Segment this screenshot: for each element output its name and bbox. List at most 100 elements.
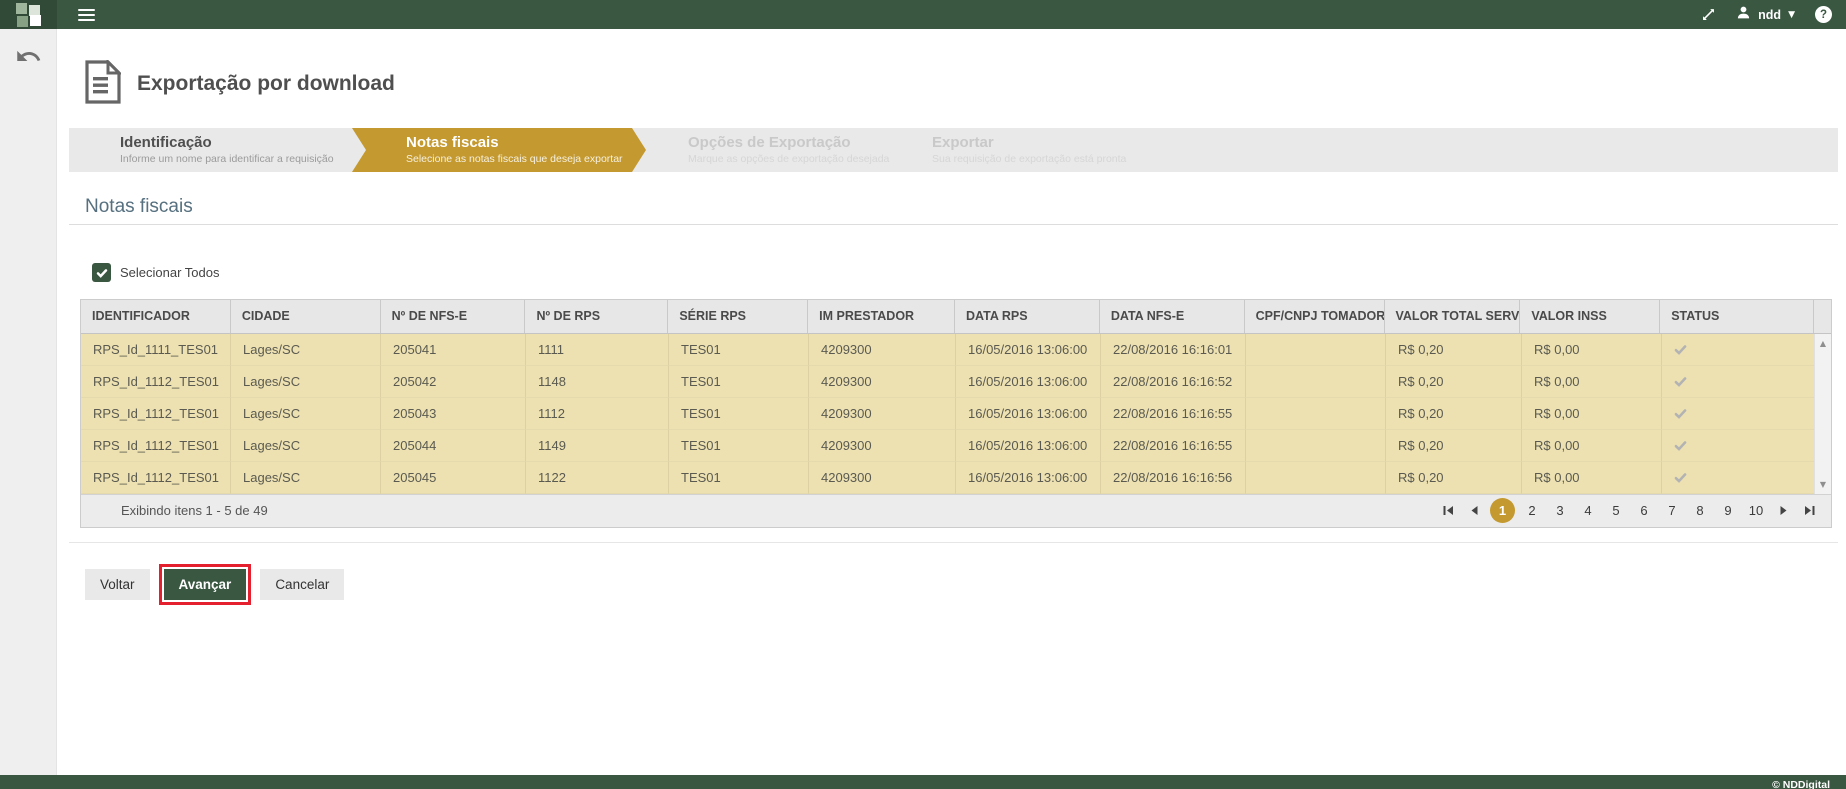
table-cell: 4209300: [809, 334, 956, 366]
fullscreen-icon[interactable]: [1701, 7, 1716, 22]
wizard-step-2[interactable]: Notas fiscaisSelecione as notas fiscais …: [352, 128, 646, 172]
table-cell: R$ 0,00: [1522, 398, 1662, 430]
table-cell: 22/08/2016 16:16:52: [1101, 366, 1246, 398]
table-cell: R$ 0,20: [1386, 462, 1522, 494]
column-header[interactable]: STATUS: [1660, 300, 1814, 333]
user-name: ndd: [1758, 8, 1781, 22]
table-cell: 1111: [526, 334, 669, 366]
step-subtitle: Sua requisição de exportação está pronta: [932, 153, 1140, 165]
column-header[interactable]: Nº DE NFS-E: [381, 300, 526, 333]
pagination-next-icon[interactable]: [1773, 501, 1793, 521]
action-buttons: Voltar Avançar Cancelar: [85, 564, 1838, 605]
table-cell: 22/08/2016 16:16:01: [1101, 334, 1246, 366]
table-cell: [1246, 366, 1386, 398]
page-number-6[interactable]: 6: [1633, 500, 1655, 522]
status-check-icon: [1662, 462, 1816, 494]
table-cell: 4209300: [809, 430, 956, 462]
scroll-up-icon[interactable]: ▲: [1815, 339, 1831, 348]
table-row[interactable]: RPS_Id_1112_TES01Lages/SC2050421148TES01…: [81, 366, 1831, 398]
column-header[interactable]: VALOR TOTAL SERV...: [1385, 300, 1521, 333]
topbar: ndd ▼ ?: [0, 0, 1846, 29]
topbar-actions: ndd ▼ ?: [1701, 0, 1832, 29]
column-header[interactable]: VALOR INSS: [1520, 300, 1660, 333]
table-row[interactable]: RPS_Id_1112_TES01Lages/SC2050431112TES01…: [81, 398, 1831, 430]
table-cell: 22/08/2016 16:16:55: [1101, 430, 1246, 462]
wizard-step-4: ExportarSua requisição de exportação est…: [890, 128, 1140, 172]
page-number-3[interactable]: 3: [1549, 500, 1571, 522]
table-cell: 1148: [526, 366, 669, 398]
table-cell: 16/05/2016 13:06:00: [956, 430, 1101, 462]
page-number-5[interactable]: 5: [1605, 500, 1627, 522]
table-cell: 1112: [526, 398, 669, 430]
page-number-9[interactable]: 9: [1717, 500, 1739, 522]
menu-icon[interactable]: [78, 6, 95, 24]
annotation-highlight: Avançar: [159, 564, 252, 605]
wizard-step-1[interactable]: IdentificaçãoInforme um nome para identi…: [69, 128, 366, 172]
column-header[interactable]: Nº DE RPS: [525, 300, 668, 333]
table-cell: R$ 0,00: [1522, 430, 1662, 462]
table-cell: TES01: [669, 366, 809, 398]
table-cell: Lages/SC: [231, 462, 381, 494]
column-header[interactable]: CPF/CNPJ TOMADOR: [1245, 300, 1385, 333]
column-header[interactable]: SÉRIE RPS: [668, 300, 808, 333]
table-cell: 4209300: [809, 366, 956, 398]
table-cell: [1246, 430, 1386, 462]
table-cell: 16/05/2016 13:06:00: [956, 398, 1101, 430]
table-cell: 1149: [526, 430, 669, 462]
document-icon: [85, 60, 121, 109]
page-number-2[interactable]: 2: [1521, 500, 1543, 522]
table-row[interactable]: RPS_Id_1112_TES01Lages/SC2050451122TES01…: [81, 462, 1831, 494]
table-cell: R$ 0,00: [1522, 366, 1662, 398]
table-row[interactable]: RPS_Id_1111_TES01Lages/SC2050411111TES01…: [81, 334, 1831, 366]
avancar-button[interactable]: Avançar: [164, 569, 247, 600]
table-cell: TES01: [669, 430, 809, 462]
table-cell: Lages/SC: [231, 398, 381, 430]
help-icon[interactable]: ?: [1815, 6, 1832, 23]
step-label: Identificação: [120, 134, 366, 151]
back-icon[interactable]: [15, 43, 42, 75]
vertical-scrollbar[interactable]: ▲ ▼: [1814, 334, 1831, 494]
scroll-down-icon[interactable]: ▼: [1815, 480, 1831, 489]
column-header[interactable]: DATA NFS-E: [1100, 300, 1245, 333]
status-check-icon: [1662, 366, 1816, 398]
page-number-7[interactable]: 7: [1661, 500, 1683, 522]
table-cell: 22/08/2016 16:16:55: [1101, 398, 1246, 430]
wizard-step-3: Opções de ExportaçãoMarque as opções de …: [646, 128, 890, 172]
table-cell: R$ 0,20: [1386, 430, 1522, 462]
voltar-button[interactable]: Voltar: [85, 569, 150, 600]
notas-fiscais-table: IDENTIFICADORCIDADENº DE NFS-ENº DE RPSS…: [80, 299, 1832, 528]
pagination-last-icon[interactable]: [1799, 501, 1819, 521]
column-header[interactable]: IM PRESTADOR: [808, 300, 955, 333]
table-cell: Lages/SC: [231, 366, 381, 398]
column-header[interactable]: CIDADE: [231, 300, 381, 333]
table-cell: [1246, 462, 1386, 494]
checkbox-checked-icon[interactable]: [92, 263, 111, 282]
table-cell: [1246, 334, 1386, 366]
table-cell: RPS_Id_1112_TES01: [81, 366, 231, 398]
table-cell: R$ 0,20: [1386, 366, 1522, 398]
user-menu[interactable]: ndd ▼: [1736, 5, 1795, 25]
status-check-icon: [1662, 430, 1816, 462]
table-body: RPS_Id_1111_TES01Lages/SC2050411111TES01…: [81, 334, 1831, 494]
table-cell: TES01: [669, 398, 809, 430]
step-label: Opções de Exportação: [688, 134, 890, 151]
select-all[interactable]: Selecionar Todos: [92, 263, 220, 282]
table-row[interactable]: RPS_Id_1112_TES01Lages/SC2050441149TES01…: [81, 430, 1831, 462]
pagination-prev-icon[interactable]: [1464, 501, 1484, 521]
table-cell: 1122: [526, 462, 669, 494]
cancelar-button[interactable]: Cancelar: [260, 569, 344, 600]
pagination: 123456789 10: [1438, 498, 1819, 523]
section-divider: [69, 224, 1838, 225]
column-header[interactable]: DATA RPS: [955, 300, 1100, 333]
page-number-10[interactable]: 10: [1745, 500, 1767, 522]
column-header[interactable]: IDENTIFICADOR: [81, 300, 231, 333]
page-number-1[interactable]: 1: [1490, 498, 1515, 523]
table-cell: Lages/SC: [231, 334, 381, 366]
page-number-4[interactable]: 4: [1577, 500, 1599, 522]
pagination-first-icon[interactable]: [1438, 501, 1458, 521]
sidebar: [0, 29, 57, 775]
page-number-8[interactable]: 8: [1689, 500, 1711, 522]
table-cell: 205043: [381, 398, 526, 430]
app-logo-icon[interactable]: [0, 0, 57, 29]
header-spacer: [1814, 300, 1831, 333]
